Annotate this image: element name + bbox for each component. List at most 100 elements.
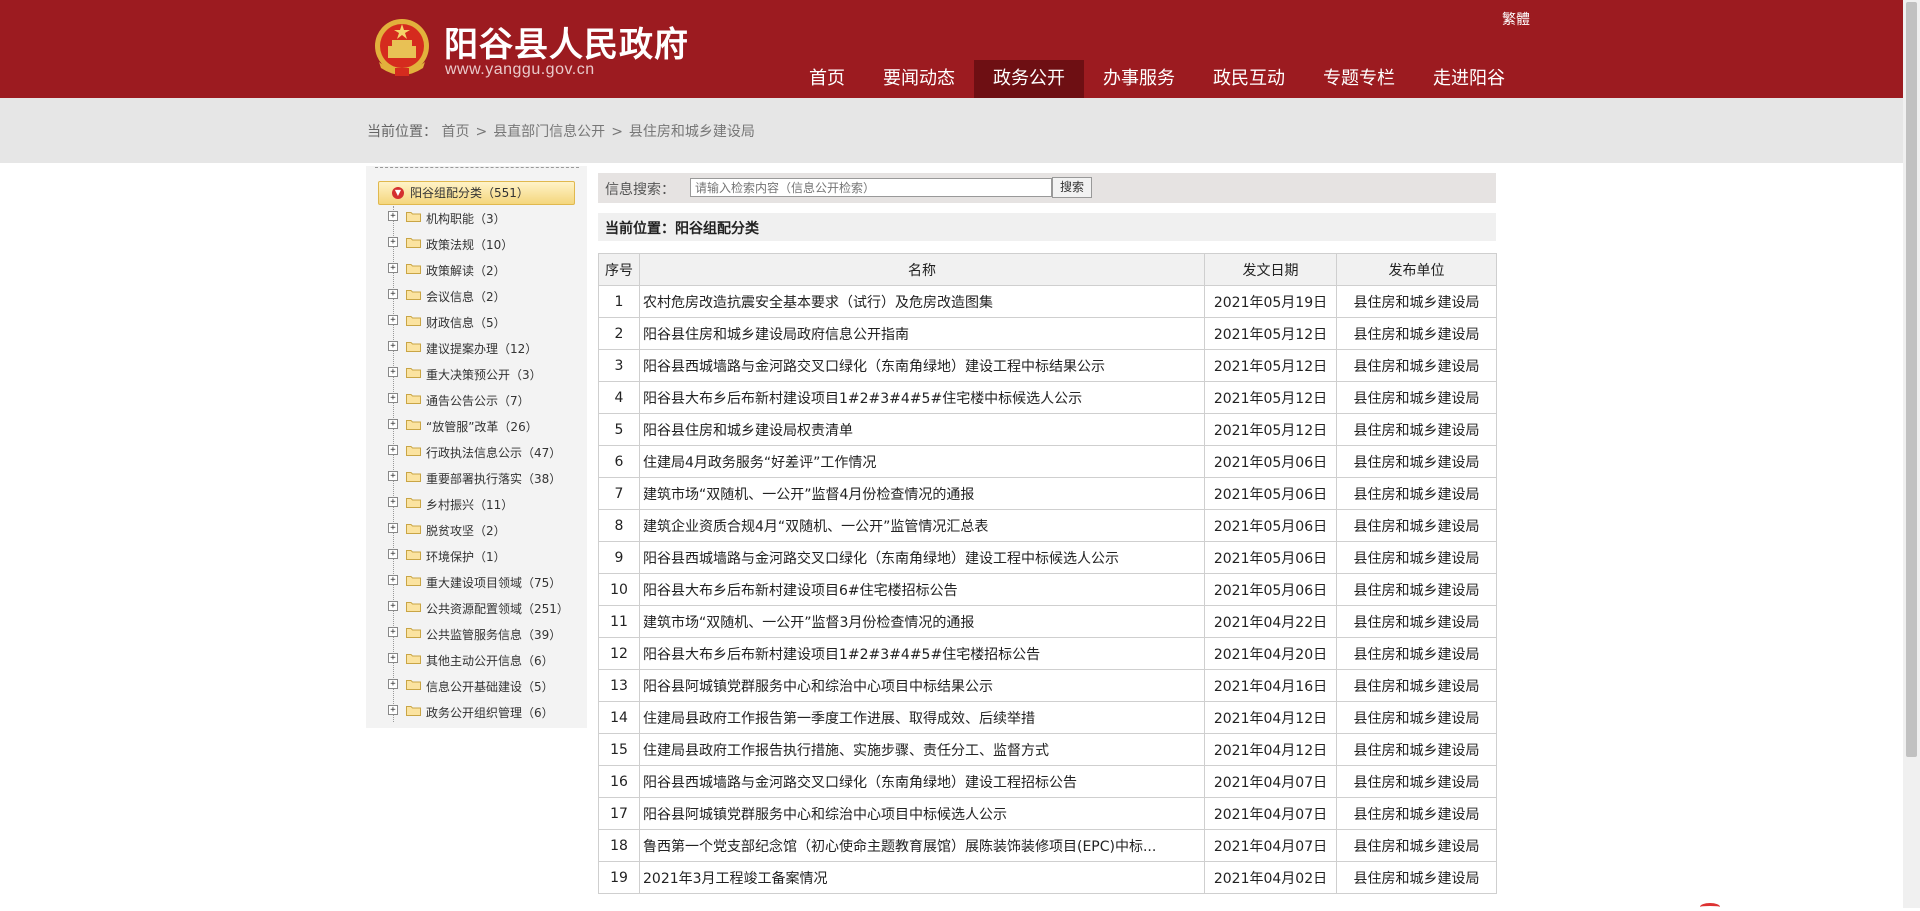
row-date: 2021年05月06日 — [1204, 541, 1337, 574]
tree-item-label: 政策解读（2） — [426, 264, 506, 278]
row-title-cell: 阳谷县大布乡后布新村建设项目1#2#3#4#5#住宅楼中标候选人公示 — [639, 381, 1205, 414]
expand-plus-icon[interactable]: + — [388, 575, 398, 585]
row-date: 2021年05月19日 — [1204, 285, 1337, 318]
document-title-link[interactable]: 阳谷县西城墙路与金河路交叉口绿化（东南角绿地）建设工程招标公告 — [643, 775, 1077, 791]
expand-plus-icon[interactable]: + — [388, 341, 398, 351]
document-title-link[interactable]: 建筑市场“双随机、一公开”监督4月份检查情况的通报 — [643, 487, 974, 503]
document-table-wrap: 序号 名称 发文日期 发布单位 1 农村危房改造抗震安全基本要求（试行）及危房改造… — [598, 253, 1497, 894]
tree-item-label: 重大决策预公开（3） — [426, 368, 542, 382]
breadcrumb-dept-info[interactable]: 县直部门信息公开 — [493, 124, 605, 140]
document-title-link[interactable]: 2021年3月工程竣工备案情况 — [643, 871, 828, 887]
expand-plus-icon[interactable]: + — [388, 653, 398, 663]
expand-plus-icon[interactable]: + — [388, 497, 398, 507]
row-title-cell: 阳谷县阿城镇党群服务中心和综治中心项目中标候选人公示 — [639, 797, 1205, 830]
expand-plus-icon[interactable]: + — [388, 627, 398, 637]
tree-root-category[interactable]: ▼ 阳谷组配分类（551） — [378, 181, 575, 205]
row-unit: 县住房和城乡建设局 — [1336, 669, 1497, 702]
tree-item-label: 公共资源配置领域（251） — [426, 602, 569, 616]
row-seq: 3 — [598, 349, 640, 382]
tree-item-label: 环境保护（1） — [426, 550, 506, 564]
tree-item-label: 公共监管服务信息（39） — [426, 628, 562, 642]
expand-plus-icon[interactable]: + — [388, 705, 398, 715]
header-date: 发文日期 — [1204, 253, 1337, 286]
nav-news[interactable]: 要闻动态 — [864, 60, 974, 98]
folder-icon — [406, 446, 421, 456]
document-title-link[interactable]: 阳谷县阿城镇党群服务中心和综治中心项目中标结果公示 — [643, 679, 993, 695]
expand-plus-icon[interactable]: + — [388, 471, 398, 481]
table-row: 14 住建局县政府工作报告第一季度工作进展、取得成效、后续举措 2021年04月12… — [598, 701, 1497, 734]
row-date: 2021年04月07日 — [1204, 829, 1337, 862]
folder-icon — [406, 316, 421, 326]
table-row: 11 建筑市场“双随机、一公开”监督3月份检查情况的通报 2021年04月22日 县住… — [598, 605, 1497, 638]
expand-plus-icon[interactable]: + — [388, 237, 398, 247]
folder-icon — [406, 342, 421, 352]
document-title-link[interactable]: 住建局县政府工作报告执行措施、实施步骤、责任分工、监督方式 — [643, 743, 1049, 759]
document-title-link[interactable]: 建筑市场“双随机、一公开”监督3月份检查情况的通报 — [643, 615, 974, 631]
nav-interaction[interactable]: 政民互动 — [1194, 60, 1304, 98]
row-seq: 2 — [598, 317, 640, 350]
row-unit: 县住房和城乡建设局 — [1336, 349, 1497, 382]
scrollbar-thumb[interactable] — [1906, 2, 1917, 757]
table-row: 17 阳谷县阿城镇党群服务中心和综治中心项目中标候选人公示 2021年04月07日县… — [598, 797, 1497, 830]
expand-plus-icon[interactable]: + — [388, 289, 398, 299]
tree-item-label: 建议提案办理（12） — [426, 342, 538, 356]
breadcrumb-separator: > — [611, 124, 623, 140]
search-input[interactable] — [690, 178, 1052, 197]
expand-plus-icon[interactable]: + — [388, 549, 398, 559]
folder-icon — [406, 628, 421, 638]
table-row: 19 2021年3月工程竣工备案情况 2021年04月02日 县住房和城乡建设局 — [598, 861, 1497, 894]
traditional-chinese-link[interactable]: 繁體 — [1502, 9, 1530, 29]
row-title-cell: 阳谷县阿城镇党群服务中心和综治中心项目中标结果公示 — [639, 669, 1205, 702]
document-title-link[interactable]: 阳谷县西城墙路与金河路交叉口绿化（东南角绿地）建设工程中标候选人公示 — [643, 551, 1119, 567]
document-title-link[interactable]: 阳谷县阿城镇党群服务中心和综治中心项目中标候选人公示 — [643, 807, 1007, 823]
expand-plus-icon[interactable]: + — [388, 315, 398, 325]
document-title-link[interactable]: 阳谷县住房和城乡建设局政府信息公开指南 — [643, 327, 909, 343]
document-title-link[interactable]: 鲁西第一个党支部纪念馆（初心使命主题教育展馆）展陈装饰装修项目(EPC)中标..… — [643, 839, 1156, 855]
nav-government-affairs[interactable]: 政务公开 — [974, 60, 1084, 98]
row-seq: 19 — [598, 861, 640, 894]
site-name[interactable]: 阳谷县人民政府 — [444, 17, 689, 66]
document-title-link[interactable]: 阳谷县大布乡后布新村建设项目1#2#3#4#5#住宅楼中标候选人公示 — [643, 391, 1082, 407]
breadcrumb-prefix: 当前位置： — [367, 124, 437, 140]
document-title-link[interactable]: 阳谷县住房和城乡建设局权责清单 — [643, 423, 853, 439]
breadcrumb-housing-bureau[interactable]: 县住房和城乡建设局 — [629, 124, 755, 140]
row-title-cell: 建筑市场“双随机、一公开”监督4月份检查情况的通报 — [639, 477, 1205, 510]
document-title-link[interactable]: 阳谷县大布乡后布新村建设项目6#住宅楼招标公告 — [643, 583, 958, 599]
expand-plus-icon[interactable]: + — [388, 445, 398, 455]
nav-about-yanggu[interactable]: 走进阳谷 — [1414, 60, 1524, 98]
search-button[interactable]: 搜索 — [1052, 177, 1092, 198]
expand-plus-icon[interactable]: + — [388, 211, 398, 221]
expand-plus-icon[interactable]: + — [388, 679, 398, 689]
row-title-cell: 农村危房改造抗震安全基本要求（试行）及危房改造图集 — [639, 285, 1205, 318]
nav-topics[interactable]: 专题专栏 — [1304, 60, 1414, 98]
table-header-row: 序号 名称 发文日期 发布单位 — [598, 253, 1497, 286]
expand-plus-icon[interactable]: + — [388, 367, 398, 377]
tree-item-label: 乡村振兴（11） — [426, 498, 514, 512]
document-title-link[interactable]: 阳谷县西城墙路与金河路交叉口绿化（东南角绿地）建设工程中标结果公示 — [643, 359, 1105, 375]
folder-icon — [406, 472, 421, 482]
document-title-link[interactable]: 住建局县政府工作报告第一季度工作进展、取得成效、后续举措 — [643, 711, 1035, 727]
row-title-cell: 2021年3月工程竣工备案情况 — [639, 861, 1205, 894]
tree-item-label: 会议信息（2） — [426, 290, 506, 304]
row-date: 2021年04月02日 — [1204, 861, 1337, 894]
breadcrumb-home[interactable]: 首页 — [441, 124, 469, 140]
row-title-cell: 阳谷县住房和城乡建设局权责清单 — [639, 413, 1205, 446]
expand-plus-icon[interactable]: + — [388, 601, 398, 611]
table-row: 2 阳谷县住房和城乡建设局政府信息公开指南 2021年05月12日 县住房和城乡建设局 — [598, 317, 1497, 350]
folder-icon — [406, 576, 421, 586]
national-emblem-icon[interactable] — [373, 16, 431, 78]
document-title-link[interactable]: 农村危房改造抗震安全基本要求（试行）及危房改造图集 — [643, 295, 993, 311]
expand-plus-icon[interactable]: + — [388, 523, 398, 533]
root-toggle-icon[interactable]: ▼ — [392, 187, 404, 199]
expand-plus-icon[interactable]: + — [388, 393, 398, 403]
nav-services[interactable]: 办事服务 — [1084, 60, 1194, 98]
document-title-link[interactable]: 阳谷县大布乡后布新村建设项目1#2#3#4#5#住宅楼招标公告 — [643, 647, 1040, 663]
document-title-link[interactable]: 建筑企业资质合规4月“双随机、一公开”监管情况汇总表 — [643, 519, 988, 535]
expand-plus-icon[interactable]: + — [388, 419, 398, 429]
expand-plus-icon[interactable]: + — [388, 263, 398, 273]
nav-home[interactable]: 首页 — [790, 60, 864, 98]
row-unit: 县住房和城乡建设局 — [1336, 829, 1497, 862]
tree-item-label: “放管服”改革（26） — [426, 420, 538, 434]
document-title-link[interactable]: 住建局4月政务服务“好差评”工作情况 — [643, 455, 876, 471]
table-row: 18 鲁西第一个党支部纪念馆（初心使命主题教育展馆）展陈装饰装修项目(EPC)中标… — [598, 829, 1497, 862]
